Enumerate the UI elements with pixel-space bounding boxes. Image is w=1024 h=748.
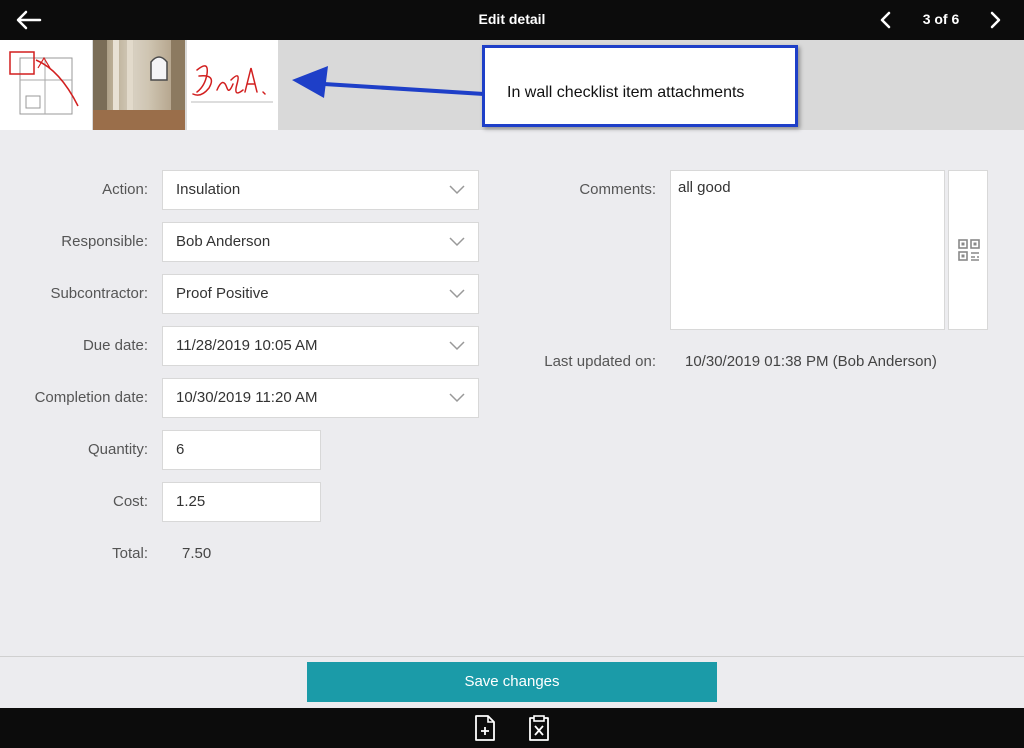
qr-scan-button[interactable] [948, 170, 988, 330]
comments-label: Comments: [579, 181, 656, 198]
total-label: Total: [112, 545, 148, 562]
subcontractor-value: Proof Positive [176, 285, 269, 302]
clipboard-x-icon [529, 715, 549, 741]
responsible-select[interactable]: Bob Anderson [162, 222, 479, 262]
chevron-right-icon [990, 11, 1001, 29]
action-value: Insulation [176, 181, 241, 198]
callout-arrow [292, 66, 485, 98]
quantity-input[interactable]: 6 [162, 430, 321, 470]
last-updated-label: Last updated on: [544, 353, 656, 370]
chevron-down-icon [449, 393, 465, 403]
last-updated-value: 10/30/2019 01:38 PM (Bob Anderson) [685, 353, 937, 370]
top-bar: Edit detail 3 of 6 [0, 0, 1024, 40]
bottom-toolbar [0, 708, 1024, 748]
completion-date-label: Completion date: [34, 389, 148, 406]
due-date-picker[interactable]: 11/28/2019 10:05 AM [162, 326, 479, 366]
subcontractor-select[interactable]: Proof Positive [162, 274, 479, 314]
total-value: 7.50 [182, 545, 212, 562]
delete-checklist-button[interactable] [527, 714, 551, 742]
attachment-thumbnail-drawing[interactable] [0, 40, 92, 130]
qr-code-icon [958, 239, 980, 261]
footer-divider [0, 656, 1024, 657]
page-title: Edit detail [478, 11, 546, 27]
quantity-label: Quantity: [87, 441, 148, 458]
chevron-down-icon [449, 289, 465, 299]
quantity-value: 6 [176, 441, 185, 458]
cost-value: 1.25 [176, 493, 206, 510]
attachment-thumbnail-signature[interactable] [187, 40, 278, 130]
drawing-thumbnail-image [9, 51, 79, 115]
responsible-label: Responsible: [61, 233, 148, 250]
chevron-down-icon [449, 237, 465, 247]
callout-box: In wall checklist item attachments [482, 45, 798, 127]
next-item-button[interactable] [985, 10, 1005, 30]
completion-date-value: 10/30/2019 11:20 AM [176, 389, 318, 406]
comments-value: all good [678, 179, 731, 196]
cost-input[interactable]: 1.25 [162, 482, 321, 522]
action-label: Action: [102, 181, 148, 198]
save-changes-button[interactable]: Save changes [307, 662, 717, 702]
action-select[interactable]: Insulation [162, 170, 479, 210]
callout-text: In wall checklist item attachments [507, 84, 745, 101]
subcontractor-label: Subcontractor: [50, 285, 148, 302]
chevron-left-icon [880, 11, 891, 29]
due-date-label: Due date: [82, 337, 148, 354]
add-file-button[interactable] [473, 714, 497, 742]
due-date-value: 11/28/2019 10:05 AM [176, 337, 318, 354]
responsible-value: Bob Anderson [176, 233, 271, 250]
attachment-thumbnail-photo[interactable] [93, 40, 185, 130]
chevron-down-icon [449, 341, 465, 351]
chevron-down-icon [449, 185, 465, 195]
previous-item-button[interactable] [876, 10, 896, 30]
pager-count: 3 of 6 [922, 11, 960, 27]
wall-photo-thumbnail-image [93, 40, 185, 130]
signature-thumbnail-image [191, 65, 273, 103]
comments-textarea[interactable]: all good [670, 170, 945, 330]
new-file-icon [475, 715, 495, 741]
completion-date-picker[interactable]: 10/30/2019 11:20 AM [162, 378, 479, 418]
cost-label: Cost: [112, 493, 148, 510]
